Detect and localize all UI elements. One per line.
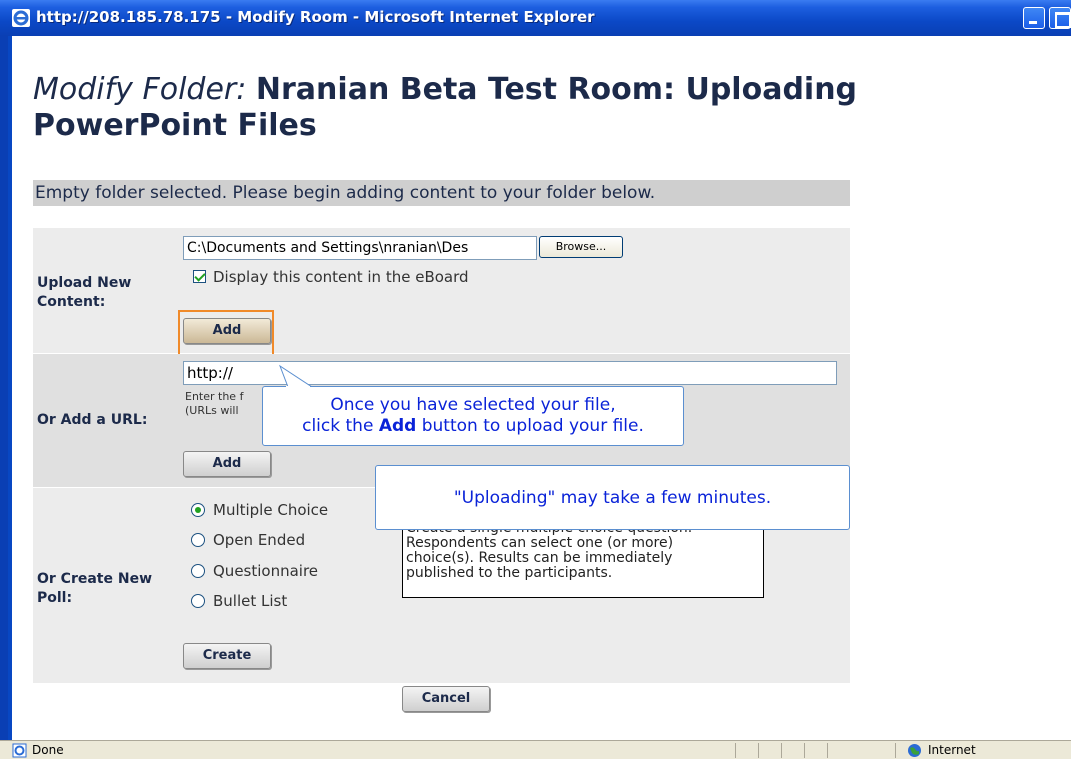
status-divider [895,743,896,758]
radio-icon [191,533,205,547]
status-notice: Empty folder selected. Please begin addi… [33,180,850,206]
callout-text: button to upload your file. [416,416,644,436]
callout-line: Once you have selected your file, [330,395,616,415]
poll-description-line: Respondents can select one (or more) [406,535,674,551]
status-divider [827,743,828,758]
page-title: Modify Folder: Nranian Beta Test Room: U… [33,72,993,144]
browse-button[interactable]: Browse... [539,236,623,258]
poll-option-label: Open Ended [213,531,306,549]
page-icon [12,743,27,758]
security-zone-text: Internet [928,743,976,757]
url-help-line2: (URLs will [185,404,239,417]
callout-pointer [278,364,314,388]
url-help-line1: Enter the f [185,390,244,403]
callout-text: click the [302,416,379,436]
maximize-button[interactable] [1049,7,1071,29]
minimize-button[interactable] [1023,7,1045,29]
create-poll-button[interactable]: Create [183,643,271,669]
poll-description-line: published to the participants. [406,565,613,581]
status-divider [804,743,805,758]
status-text: Done [32,743,64,757]
poll-option-label: Multiple Choice [213,501,329,519]
poll-option-label: Bullet List [213,592,288,610]
window-border [0,36,12,740]
display-in-eboard-label: Display this content in the eBoard [213,268,469,286]
add-instruction-callout: Once you have selected your file, click … [262,386,684,446]
poll-label: Or Create New Poll: [37,571,153,606]
callout-line: click the Add button to upload your file… [263,416,683,437]
poll-option-label: Questionnaire [213,562,319,580]
radio-icon [191,594,205,608]
display-in-eboard-checkbox[interactable] [193,270,206,283]
poll-description-line: choice(s). Results can be immediately [406,550,673,566]
uploading-callout: "Uploading" may take a few minutes. [375,465,850,530]
poll-option-open-ended[interactable]: Open Ended [191,531,305,549]
status-divider [781,743,782,758]
status-divider [758,743,759,758]
cancel-button[interactable]: Cancel [402,686,490,712]
add-button-highlight [178,310,274,357]
callout-pointer-join [286,386,310,388]
url-add-button[interactable]: Add [183,451,271,477]
status-bar: Done Internet [0,740,1071,759]
globe-icon [908,744,921,757]
poll-option-bullet-list[interactable]: Bullet List [191,592,287,610]
window-title: http://208.185.78.175 - Modify Room - Mi… [36,8,595,26]
radio-icon [191,503,205,517]
window-titlebar: http://208.185.78.175 - Modify Room - Mi… [0,0,1071,36]
internet-explorer-icon [12,9,30,27]
status-divider [735,743,736,758]
callout-bold-text: Add [378,416,417,436]
upload-section: Upload New Content: C:\Documents and Set… [33,228,850,357]
upload-label: Upload New Content: [37,275,132,310]
file-path-input[interactable]: C:\Documents and Settings\nranian\Des [183,236,537,260]
poll-option-questionnaire[interactable]: Questionnaire [191,562,318,580]
radio-icon [191,564,205,578]
url-label: Or Add a URL: [37,412,148,428]
page-title-prefix: Modify Folder: [33,72,247,107]
poll-option-multiple-choice[interactable]: Multiple Choice [191,501,328,519]
